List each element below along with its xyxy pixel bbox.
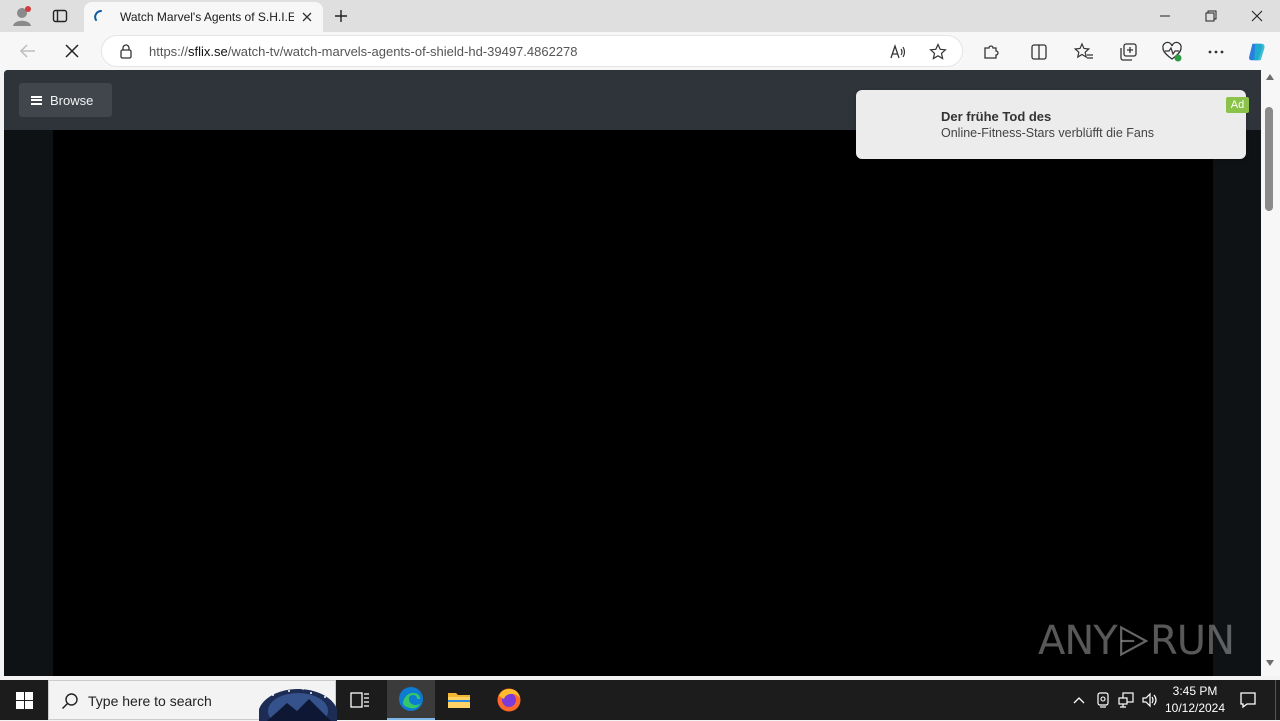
ad-title: Der frühe Tod des	[941, 109, 1052, 124]
address-bar[interactable]: https://sflix.se/watch-tv/watch-marvels-…	[101, 35, 963, 67]
heartbeat-icon	[1162, 41, 1182, 62]
taskbar-search-placeholder: Type here to search	[88, 693, 212, 709]
tab-active[interactable]: Watch Marvel's Agents of S.H.I.E	[84, 2, 323, 32]
more-dots-icon	[1208, 50, 1224, 54]
clock-time: 3:45 PM	[1172, 684, 1218, 698]
search-highlight-illustration	[259, 688, 337, 721]
hamburger-icon	[31, 95, 42, 105]
profile-button[interactable]	[6, 0, 38, 32]
window-minimize-button[interactable]	[1150, 0, 1180, 32]
favorites-button[interactable]	[1073, 41, 1095, 63]
network-icon	[1118, 692, 1134, 708]
taskbar-file-explorer-button[interactable]	[435, 680, 483, 720]
tab-actions-button[interactable]	[46, 0, 74, 32]
tray-app-icon	[1097, 692, 1109, 708]
volume-button[interactable]	[1141, 691, 1159, 709]
ad-badge: Ad	[1226, 97, 1249, 113]
stop-loading-button[interactable]	[58, 37, 86, 65]
taskbar-search-box[interactable]: Type here to search	[48, 680, 337, 721]
split-screen-button[interactable]	[1028, 41, 1050, 63]
firefox-icon	[497, 688, 521, 712]
star-icon	[929, 43, 947, 60]
folder-icon	[448, 693, 470, 708]
copilot-icon	[1249, 43, 1265, 61]
video-player[interactable]	[53, 130, 1213, 676]
profile-icon	[13, 6, 31, 26]
show-hidden-icons-button[interactable]	[1070, 691, 1088, 709]
restore-icon	[1205, 10, 1217, 22]
puzzle-icon	[984, 45, 999, 59]
windows-logo-icon	[15, 691, 33, 709]
close-icon	[65, 44, 79, 58]
url-scheme: https://	[149, 44, 189, 59]
close-icon	[302, 12, 312, 22]
browser-toolbar: https://sflix.se/watch-tv/watch-marvels-…	[0, 32, 1280, 70]
ad-notification[interactable]: Der frühe Tod des Online-Fitness-Stars v…	[856, 90, 1246, 159]
task-view-button[interactable]	[336, 680, 384, 720]
web-page-viewport: Browse	[4, 70, 1261, 676]
start-button[interactable]	[0, 680, 48, 720]
url-path: /watch-tv/watch-marvels-agents-of-shield…	[227, 44, 578, 59]
task-view-icon	[350, 692, 369, 708]
tab-title: Watch Marvel's Agents of S.H.I.E	[120, 10, 294, 24]
page-scrollbar[interactable]	[1261, 70, 1280, 676]
page-gutter	[4, 130, 53, 676]
scroll-up-arrow-icon[interactable]	[1266, 74, 1274, 80]
browser-tab-strip: Watch Marvel's Agents of S.H.I.E	[0, 0, 1280, 32]
network-button[interactable]	[1117, 691, 1135, 709]
copilot-button[interactable]	[1246, 41, 1268, 63]
read-aloud-icon	[890, 43, 906, 59]
scroll-thumb[interactable]	[1265, 107, 1273, 211]
lock-icon[interactable]	[118, 43, 134, 59]
window-close-button[interactable]	[1242, 0, 1272, 32]
add-favorite-button[interactable]	[928, 42, 948, 62]
window-restore-button[interactable]	[1196, 0, 1226, 32]
arrow-left-icon	[19, 44, 35, 58]
notification-icon	[1240, 692, 1256, 709]
browse-menu-button[interactable]: Browse	[19, 83, 112, 117]
url-host: sflix.se	[188, 44, 228, 59]
scroll-down-arrow-icon[interactable]	[1266, 660, 1274, 666]
plus-icon	[335, 10, 347, 22]
watermark-right: RUN	[1150, 618, 1235, 664]
settings-more-button[interactable]	[1205, 41, 1227, 63]
performance-button[interactable]	[1161, 41, 1183, 63]
tab-actions-icon	[52, 9, 68, 23]
new-tab-button[interactable]	[328, 0, 354, 32]
taskbar-edge-button[interactable]	[387, 680, 435, 720]
collections-icon	[1120, 43, 1137, 61]
ad-body: Online-Fitness-Stars verblüfft die Fans	[941, 126, 1155, 140]
watermark-left: ANY	[1038, 618, 1118, 664]
browse-label: Browse	[50, 92, 94, 108]
taskbar-clock[interactable]: 3:45 PM 10/12/2024	[1159, 683, 1231, 717]
tab-close-button[interactable]	[299, 9, 315, 25]
back-button[interactable]	[14, 37, 42, 65]
edge-icon	[399, 687, 423, 711]
notification-center-button[interactable]	[1236, 688, 1260, 712]
windows-taskbar: Type here to search 3:45 PM 10/12/2024	[0, 680, 1280, 721]
collections-button[interactable]	[1117, 41, 1139, 63]
search-icon	[61, 693, 78, 710]
minimize-icon	[1160, 15, 1170, 17]
extensions-button[interactable]	[980, 41, 1002, 63]
read-aloud-button[interactable]	[888, 42, 908, 62]
anyrun-watermark: ANY RUN	[1038, 610, 1235, 672]
loading-spinner-icon	[94, 10, 108, 24]
speaker-icon	[1142, 692, 1157, 708]
clock-date: 10/12/2024	[1164, 701, 1226, 715]
taskbar-firefox-button[interactable]	[485, 680, 533, 720]
show-desktop-button[interactable]	[1275, 680, 1280, 720]
favorites-icon	[1074, 42, 1093, 59]
play-logo-icon	[1119, 625, 1148, 657]
url-text[interactable]: https://sflix.se/watch-tv/watch-marvels-…	[149, 44, 578, 59]
chevron-up-icon	[1073, 697, 1085, 704]
tray-meet-icon-button[interactable]	[1094, 691, 1112, 709]
close-icon	[1251, 10, 1263, 22]
page-gutter	[1213, 130, 1261, 676]
split-screen-icon	[1031, 44, 1047, 60]
